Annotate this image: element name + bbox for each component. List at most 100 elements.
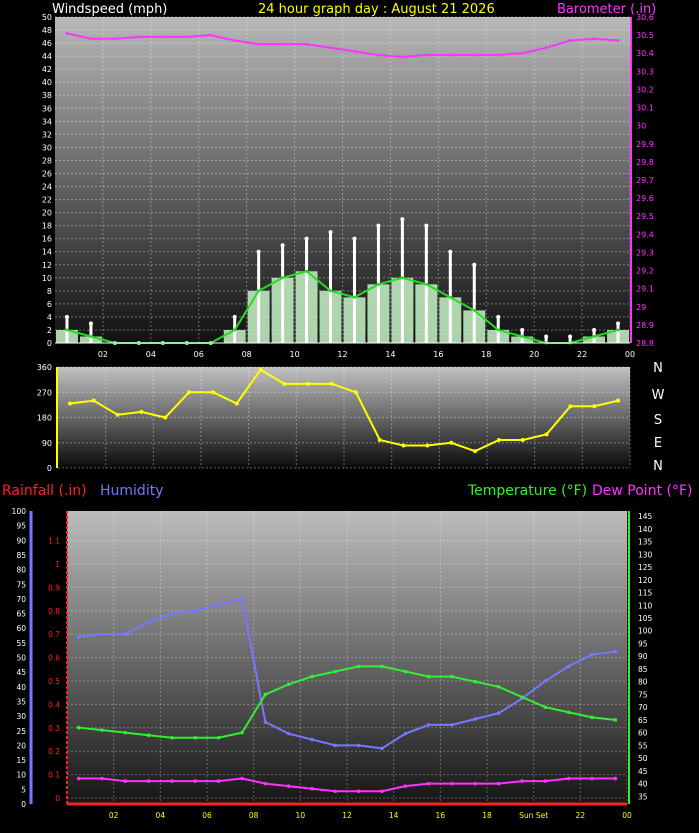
humidity-tick-label: 90 — [16, 536, 26, 545]
wind-y-tick-label: 12 — [42, 261, 52, 270]
compass-label: E — [654, 436, 662, 451]
wind-y-tick-label: 30 — [42, 143, 52, 152]
temp-x-tick-label: 14 — [389, 811, 399, 820]
temperature-tick-label: 50 — [638, 754, 648, 763]
wind-y-tick-label: 38 — [42, 91, 52, 100]
wind-average-point — [329, 289, 333, 293]
dewpoint-point — [473, 781, 478, 786]
wind-x-tick-label: 02 — [98, 350, 108, 359]
wind-x-tick-label: 10 — [289, 350, 299, 359]
dewpoint-point — [193, 779, 198, 783]
humidity-point — [496, 711, 501, 715]
temp-x-tick-label: 00 — [622, 811, 632, 820]
wind-y-tick-label: 24 — [42, 183, 52, 192]
humidity-tick-label: 85 — [16, 551, 26, 560]
rainfall-tick-label: 0.1 — [48, 771, 60, 780]
direction-point — [163, 415, 168, 420]
barometer-tick-label: 29.4 — [636, 230, 654, 239]
humidity-point — [613, 649, 618, 654]
dewpoint-point — [123, 779, 128, 783]
temperature-point — [76, 725, 81, 730]
temp-x-tick-label: 12 — [342, 811, 352, 820]
barometer-tick-label: 30.1 — [636, 104, 654, 113]
direction-point — [353, 390, 358, 395]
rainfall-tick-label: 1.1 — [48, 537, 60, 546]
temperature-tick-label: 130 — [638, 550, 653, 559]
rainfall-tick-label: 0.2 — [48, 747, 60, 756]
humidity-point — [263, 720, 268, 724]
dewpoint-point — [543, 779, 548, 783]
wind-y-tick-label: 18 — [42, 222, 52, 231]
humidity-point — [426, 723, 431, 727]
humidity-point — [146, 620, 151, 625]
wind-gust-point — [88, 321, 93, 326]
wind-x-tick-label: 14 — [385, 350, 395, 359]
direction-point — [520, 437, 525, 442]
barometer-point — [305, 42, 309, 46]
direction-y-tick-label: 90 — [42, 439, 52, 448]
humidity-tick-label: 70 — [16, 595, 26, 604]
rainfall-tick-label: 1 — [55, 560, 60, 569]
wind-y-tick-label: 8 — [47, 287, 52, 296]
barometer-point — [352, 49, 356, 53]
humidity-point — [123, 632, 128, 636]
wind-average-point — [496, 328, 500, 332]
humidity-point — [590, 652, 594, 657]
dewpoint-point — [590, 776, 594, 781]
barometer-tick-label: 28.9 — [636, 321, 654, 330]
dewpoint-point — [333, 789, 338, 794]
dewpoint-point — [146, 779, 151, 783]
humidity-point — [380, 746, 384, 751]
chart-title: 24 hour graph day : August 21 2026 — [258, 2, 495, 17]
wind-y-tick-label: 46 — [42, 39, 52, 48]
wind-y-tick-label: 6 — [47, 300, 52, 309]
compass-label: N — [653, 361, 663, 376]
temp-x-tick-label: 22 — [576, 811, 586, 820]
direction-point — [425, 443, 430, 448]
dewpoint-point — [286, 784, 291, 788]
humidity-tick-label: 35 — [16, 697, 26, 706]
barometer-tick-label: 29.3 — [636, 248, 654, 257]
rainfall-tick-label: 0.9 — [48, 583, 60, 592]
direction-point — [282, 381, 287, 386]
temperature-point — [123, 730, 128, 735]
temperature-point — [473, 679, 478, 684]
wind-gust-point — [256, 249, 261, 254]
temp-x-tick-label: 04 — [156, 811, 166, 820]
barometer-point — [424, 53, 428, 57]
wind-y-tick-label: 4 — [47, 313, 52, 322]
barometer-tick-label: 29.5 — [636, 212, 654, 221]
direction-point — [115, 412, 120, 417]
barometer-tick-label: 28.8 — [636, 339, 654, 348]
rainfall-tick-label: 0.7 — [48, 630, 60, 639]
dewpoint-point — [613, 776, 618, 781]
temp-x-tick-label: 16 — [436, 811, 446, 820]
wind-y-tick-label: 44 — [42, 52, 52, 61]
direction-point — [401, 443, 406, 448]
wind-gust-point — [64, 314, 69, 319]
direction-point — [187, 390, 192, 395]
wind-average-point — [376, 282, 380, 286]
temp-x-tick-label: 02 — [109, 811, 119, 820]
temperature-point — [566, 710, 571, 715]
wind-gust-point — [232, 314, 237, 319]
humidity-tick-label: 15 — [16, 756, 26, 765]
wind-y-tick-label: 50 — [42, 13, 52, 22]
barometer-point — [137, 35, 141, 39]
wind-x-tick-label: 18 — [481, 350, 491, 359]
wind-x-tick-label: 20 — [529, 350, 539, 359]
temp-x-tick-label: 06 — [202, 811, 212, 820]
barometer-tick-label: 30.4 — [636, 49, 654, 58]
temperature-point — [263, 692, 268, 697]
direction-point — [210, 390, 215, 395]
weather-graphs: Windspeed (mph) 24 hour graph day : Augu… — [2, 2, 692, 820]
wind-gust-point — [544, 334, 549, 339]
barometer-point — [161, 35, 165, 39]
humidity-tick-label: 30 — [16, 712, 26, 721]
humidity-tick-label: 55 — [16, 639, 26, 648]
temperature-tick-label: 140 — [638, 525, 653, 534]
temp-x-tick-label: 10 — [296, 811, 306, 820]
temperature-point — [286, 682, 291, 687]
barometer-point — [65, 31, 69, 35]
temperature-point — [520, 695, 524, 699]
